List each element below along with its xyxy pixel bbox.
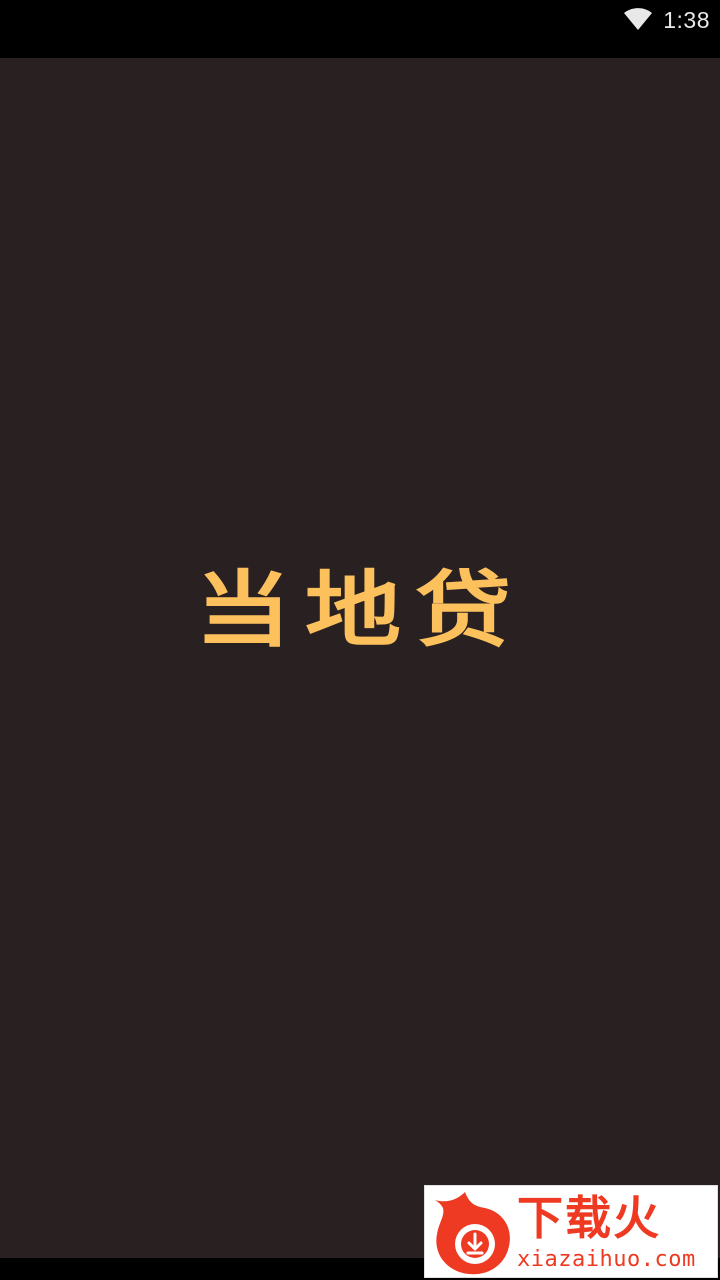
splash-screen: 当地贷 — [0, 58, 720, 1258]
status-time: 1:38 — [663, 6, 710, 33]
screen: 1:38 当地贷 下载火 xiazaihuo.com — [0, 0, 720, 1280]
app-logo-text: 当地贷 — [195, 560, 525, 659]
watermark-url: xiazaihuo.com — [517, 1247, 696, 1272]
status-icons: 1:38 — [623, 6, 710, 34]
watermark-title: 下载火 — [517, 1191, 661, 1245]
wifi-icon — [624, 8, 653, 30]
flame-download-icon — [435, 1192, 510, 1275]
status-bar: 1:38 — [0, 0, 720, 58]
watermark-badge: 下载火 xiazaihuo.com — [424, 1185, 718, 1278]
